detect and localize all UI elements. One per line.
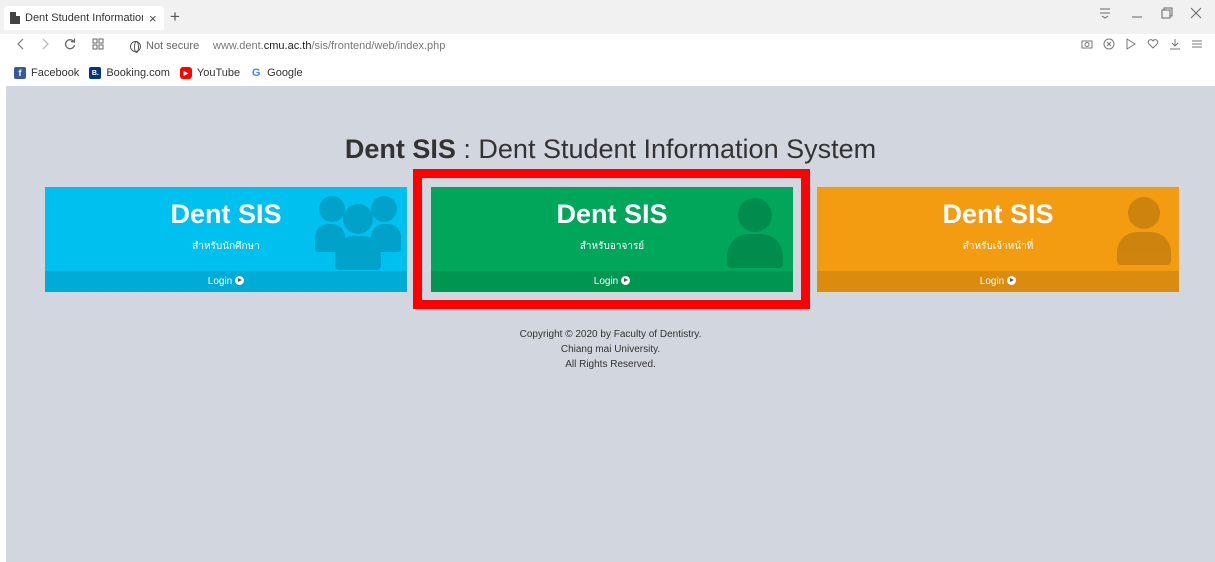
login-label: Login bbox=[979, 276, 1005, 287]
page-title: Dent SIS : Dent Student Information Syst… bbox=[6, 134, 1215, 165]
login-label: Login bbox=[207, 276, 233, 287]
tab-menu-icon[interactable] bbox=[1099, 6, 1111, 22]
copyright-footer: Copyright © 2020 by Faculty of Dentistry… bbox=[6, 327, 1215, 372]
bookmark-label: Google bbox=[267, 67, 303, 79]
booking-icon: B. bbox=[89, 67, 102, 79]
adblock-icon[interactable] bbox=[1103, 38, 1115, 53]
browser-tab-bar: Dent Student Information S × + bbox=[0, 0, 1215, 34]
card-title: Dent SIS bbox=[170, 199, 282, 229]
forward-icon[interactable] bbox=[40, 38, 50, 54]
card-subtitle: สำหรับเจ้าหน้าที่ bbox=[962, 241, 1034, 252]
university-line: Chiang mai University. bbox=[560, 344, 661, 355]
student-card[interactable]: Dent SIS สำหรับนักศึกษา Login bbox=[45, 187, 407, 292]
back-icon[interactable] bbox=[16, 38, 26, 54]
bookmark-label: Booking.com bbox=[106, 67, 170, 79]
bookmark-booking[interactable]: B. Booking.com bbox=[89, 67, 170, 79]
restore-icon[interactable] bbox=[1161, 6, 1173, 22]
facebook-icon: f bbox=[14, 67, 26, 79]
download-icon[interactable] bbox=[1169, 38, 1181, 53]
staff-card[interactable]: Dent SIS สำหรับเจ้าหน้าที่ Login bbox=[817, 187, 1179, 292]
close-tab-icon[interactable]: × bbox=[149, 11, 157, 26]
staff-login-link[interactable]: Login bbox=[817, 271, 1179, 292]
settings-sliders-icon[interactable] bbox=[1191, 38, 1203, 53]
globe-icon bbox=[130, 40, 141, 53]
arrow-circle-right-icon bbox=[235, 276, 245, 285]
document-icon bbox=[10, 12, 20, 24]
page-title-brand: Dent SIS bbox=[344, 134, 456, 164]
camera-icon[interactable] bbox=[1081, 38, 1093, 53]
play-icon[interactable] bbox=[1125, 38, 1137, 53]
youtube-icon: ▶ bbox=[179, 67, 192, 79]
copyright-line: Copyright © 2020 by Faculty of Dentistry… bbox=[519, 329, 702, 340]
arrow-circle-right-icon bbox=[1007, 276, 1017, 285]
security-indicator[interactable]: Not secure bbox=[130, 40, 200, 53]
rights-line: All Rights Reserved. bbox=[565, 359, 656, 370]
reload-icon[interactable] bbox=[64, 38, 76, 54]
heart-icon[interactable] bbox=[1147, 38, 1159, 53]
bookmark-label: YouTube bbox=[196, 67, 241, 79]
highlight-box bbox=[413, 169, 810, 309]
bookmark-youtube[interactable]: ▶ YouTube bbox=[179, 67, 241, 79]
bookmark-facebook[interactable]: f Facebook bbox=[14, 67, 79, 79]
page-title-subtitle: : Dent Student Information System bbox=[455, 134, 877, 164]
student-login-link[interactable]: Login bbox=[45, 271, 407, 292]
google-icon: G bbox=[251, 67, 261, 79]
browser-tab[interactable]: Dent Student Information S × bbox=[4, 6, 164, 30]
security-label: Not secure bbox=[146, 40, 200, 52]
bookmarks-bar: f Facebook B. Booking.com ▶ YouTube G Go… bbox=[0, 60, 1215, 86]
new-tab-button[interactable]: + bbox=[170, 7, 180, 27]
apps-grid-icon[interactable] bbox=[92, 38, 104, 54]
card-title: Dent SIS bbox=[942, 199, 1054, 229]
url-prefix: www.dent. bbox=[213, 40, 264, 52]
minimize-icon[interactable] bbox=[1131, 6, 1143, 22]
tab-title: Dent Student Information S bbox=[25, 12, 143, 24]
browser-toolbar-icons bbox=[1081, 38, 1203, 53]
url-domain: cmu.ac.th bbox=[263, 40, 312, 52]
url-field[interactable]: www.dent.cmu.ac.th/sis/frontend/web/inde… bbox=[213, 40, 445, 52]
bookmark-google[interactable]: G Google bbox=[250, 67, 303, 79]
page-content: Dent SIS : Dent Student Information Syst… bbox=[6, 86, 1215, 562]
bookmark-label: Facebook bbox=[31, 67, 80, 79]
url-path: /sis/frontend/web/index.php bbox=[311, 40, 446, 52]
card-subtitle: สำหรับนักศึกษา bbox=[192, 241, 260, 252]
close-window-icon[interactable] bbox=[1190, 6, 1202, 22]
